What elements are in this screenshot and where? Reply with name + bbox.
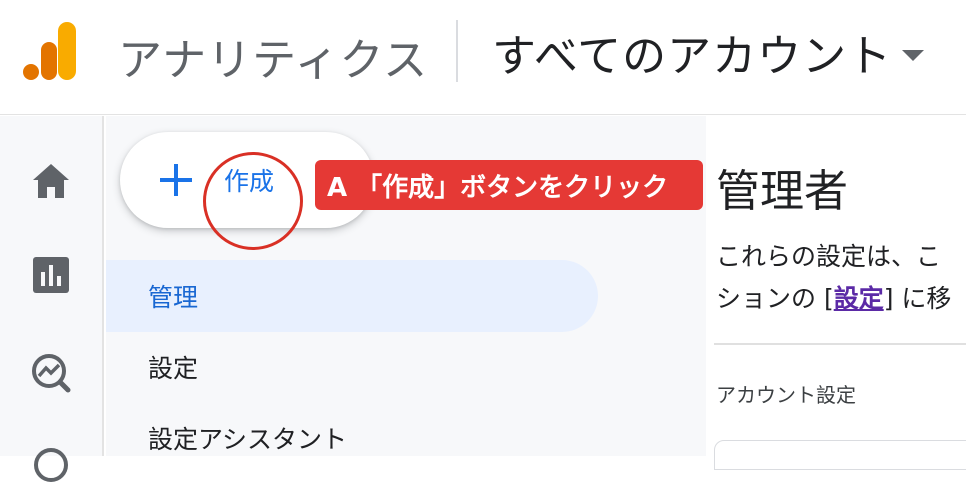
- settings-link[interactable]: 設定: [834, 284, 884, 313]
- instruction-callout: A 「作成」ボタンをクリック: [315, 160, 703, 210]
- explore-icon[interactable]: [30, 352, 72, 394]
- sidenav-item-setup-assistant[interactable]: 設定アシスタント: [106, 402, 598, 474]
- navigation-rail: [0, 116, 104, 482]
- create-button-label: 作成: [224, 167, 275, 196]
- home-icon[interactable]: [30, 160, 72, 202]
- account-selector-label: すべてのアカウント: [492, 31, 893, 82]
- sidenav-item-settings[interactable]: 設定: [106, 331, 598, 403]
- header-divider: [456, 20, 458, 82]
- top-header: アナリティクス すべてのアカウント: [0, 0, 966, 115]
- sidenav-item-admin[interactable]: 管理: [106, 260, 598, 332]
- reports-icon[interactable]: [30, 254, 72, 296]
- product-name: アナリティクス: [118, 35, 429, 86]
- account-selector[interactable]: すべてのアカウント: [492, 20, 925, 84]
- description-text: ションの [: [716, 284, 834, 313]
- plus-icon: [160, 164, 192, 196]
- page-title: 管理者: [716, 166, 848, 217]
- settings-card: [714, 440, 966, 470]
- dropdown-arrow-icon: [902, 50, 925, 61]
- advertising-icon[interactable]: [30, 444, 72, 486]
- account-settings-heading: アカウント設定: [716, 383, 856, 407]
- section-divider: [714, 343, 966, 345]
- description-line-1: これらの設定は、こ: [716, 242, 942, 271]
- description-text-suffix: ] に移: [883, 284, 952, 313]
- description-line-2: ションの [設定] に移: [716, 278, 951, 320]
- page-description: これらの設定は、こ ションの [設定] に移: [716, 236, 951, 320]
- analytics-logo[interactable]: [22, 22, 78, 80]
